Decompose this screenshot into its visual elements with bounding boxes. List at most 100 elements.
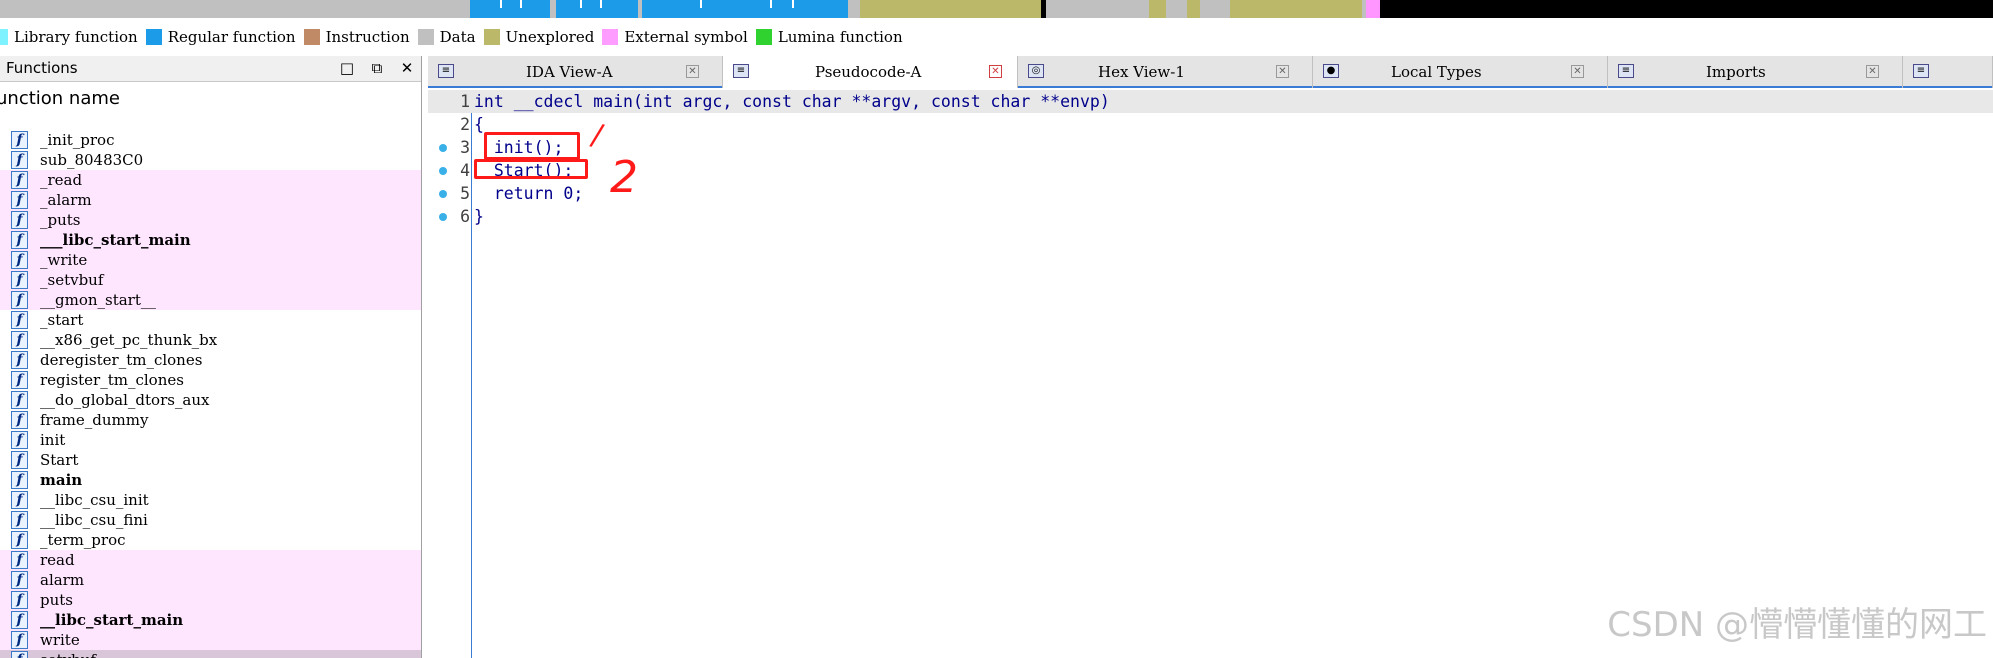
function-list-item[interactable]: f __x86_get_pc_thunk_bx: [0, 330, 421, 350]
function-list-item[interactable]: f ___libc_start_main: [0, 230, 421, 250]
navband-tick: [792, 0, 794, 8]
tab-local-types[interactable]: ● Local Types ✕: [1313, 56, 1608, 88]
tab-bar: ≡ IDA View-A ✕ ≡ Pseudocode-A ✕ ◎ Hex View-1 ✕ ● L…: [428, 56, 1993, 88]
navband-segment: [470, 0, 550, 18]
tab-close-button[interactable]: ✕: [1571, 65, 1584, 78]
function-name: main: [40, 471, 83, 489]
breakpoint-marker-icon[interactable]: [439, 190, 447, 198]
functions-panel: Functions □ ⧉ ✕ unction name f _init_proc…: [0, 56, 422, 658]
hex-view-icon: ◎: [1028, 64, 1044, 78]
function-list-item[interactable]: f sub_80483C0: [0, 150, 421, 170]
function-icon: f: [11, 211, 28, 229]
function-icon: f: [11, 611, 28, 629]
code-text: }: [474, 207, 484, 226]
close-panel-button[interactable]: ✕: [397, 58, 417, 78]
function-list-item[interactable]: f deregister_tm_clones: [0, 350, 421, 370]
function-list-item[interactable]: f alarm: [0, 570, 421, 590]
function-list-item[interactable]: f _start: [0, 310, 421, 330]
function-name: __libc_csu_fini: [40, 511, 148, 529]
navband-segment: [878, 0, 1041, 18]
legend-item: Library function: [0, 28, 138, 46]
function-icon: f: [11, 231, 28, 249]
function-icon: f: [11, 511, 28, 529]
navband-tick: [770, 0, 772, 8]
code-line[interactable]: 5 return 0;: [428, 182, 1993, 205]
tab-close-button[interactable]: ✕: [1866, 65, 1879, 78]
function-icon: f: [11, 551, 28, 569]
breakpoint-marker-icon[interactable]: [439, 213, 447, 221]
tab-close-button[interactable]: ✕: [686, 65, 699, 78]
function-list-item[interactable]: f register_tm_clones: [0, 370, 421, 390]
function-list-item[interactable]: f __libc_csu_fini: [0, 510, 421, 530]
tab-overflow[interactable]: ≡: [1903, 56, 1993, 88]
function-list-item[interactable]: f _init_proc: [0, 130, 421, 150]
function-list-item[interactable]: f __do_global_dtors_aux: [0, 390, 421, 410]
legend-label: Lumina function: [777, 28, 903, 46]
function-name: __gmon_start__: [40, 291, 156, 309]
function-list-item[interactable]: f Start: [0, 450, 421, 470]
breakpoint-marker-icon[interactable]: [439, 144, 447, 152]
function-icon: f: [11, 351, 28, 369]
navigation-band[interactable]: [0, 0, 1993, 18]
line-number: 6: [460, 207, 470, 226]
function-list: f _init_proc f sub_80483C0 f _read f _alarm f _pu…: [0, 130, 421, 658]
function-list-item[interactable]: f _puts: [0, 210, 421, 230]
imports-icon: ≡: [1618, 64, 1634, 78]
tab-close-button[interactable]: ✕: [989, 65, 1002, 78]
restore-button[interactable]: ⧉: [367, 58, 387, 78]
navband-segment: [1200, 0, 1230, 18]
navband-segment: [860, 0, 878, 18]
structures-icon: ≡: [1913, 64, 1929, 78]
function-list-item[interactable]: f setvbuf: [0, 650, 421, 658]
function-name-column-header[interactable]: unction name: [0, 82, 421, 112]
function-list-item[interactable]: f _write: [0, 250, 421, 270]
tab-pseudocode-a[interactable]: ≡ Pseudocode-A ✕: [723, 56, 1018, 88]
code-line[interactable]: 3 init();: [428, 136, 1993, 159]
tab-label: IDA View-A: [526, 63, 613, 81]
code-line[interactable]: 1 int __cdecl main(int argc, const char *…: [428, 90, 1993, 113]
function-name: deregister_tm_clones: [40, 351, 203, 369]
function-list-item[interactable]: f _term_proc: [0, 530, 421, 550]
functions-panel-titlebar: Functions □ ⧉ ✕: [0, 56, 421, 82]
function-list-item[interactable]: f puts: [0, 590, 421, 610]
code-line[interactable]: 6}: [428, 205, 1993, 228]
function-icon: f: [11, 631, 28, 649]
legend-item: External symbol: [602, 28, 748, 46]
navband-segment: [0, 0, 470, 18]
tab-hex-view-1[interactable]: ◎ Hex View-1 ✕: [1018, 56, 1313, 88]
function-list-item[interactable]: f _alarm: [0, 190, 421, 210]
function-list-item[interactable]: f main: [0, 470, 421, 490]
function-list-item[interactable]: f init: [0, 430, 421, 450]
function-list-item[interactable]: f read: [0, 550, 421, 570]
tab-label: Imports: [1706, 63, 1766, 81]
function-name: __do_global_dtors_aux: [40, 391, 210, 409]
tab-ida-view-a[interactable]: ≡ IDA View-A ✕: [428, 56, 723, 88]
function-list-item[interactable]: f _setvbuf: [0, 270, 421, 290]
code-line[interactable]: 2{: [428, 113, 1993, 136]
legend-item: Lumina function: [755, 28, 903, 46]
pseudocode-editor[interactable]: 1 int __cdecl main(int argc, const char *…: [428, 90, 1993, 658]
function-icon: f: [11, 471, 28, 489]
function-list-item[interactable]: f __libc_start_main: [0, 610, 421, 630]
function-list-item[interactable]: f __gmon_start__: [0, 290, 421, 310]
legend-item: Regular function: [145, 28, 296, 46]
function-name: read: [40, 551, 75, 569]
legend-swatch: [483, 29, 500, 45]
navband-tick: [700, 0, 702, 8]
breakpoint-marker-icon[interactable]: [439, 167, 447, 175]
code-line[interactable]: 4 Start();: [428, 159, 1993, 182]
function-icon: f: [11, 431, 28, 449]
function-list-item[interactable]: f _read: [0, 170, 421, 190]
function-list-item[interactable]: f write: [0, 630, 421, 650]
tab-imports[interactable]: ≡ Imports ✕: [1608, 56, 1903, 88]
navband-segment: [1380, 0, 1993, 18]
maximize-button[interactable]: □: [337, 58, 357, 78]
function-list-item[interactable]: f frame_dummy: [0, 410, 421, 430]
navband-segment: [1166, 0, 1187, 18]
navband-tick: [520, 0, 522, 8]
function-name: _setvbuf: [40, 271, 104, 289]
function-list-item[interactable]: f __libc_csu_init: [0, 490, 421, 510]
function-icon: f: [11, 311, 28, 329]
pseudocode-icon: ≡: [733, 64, 749, 78]
tab-close-button[interactable]: ✕: [1276, 65, 1289, 78]
